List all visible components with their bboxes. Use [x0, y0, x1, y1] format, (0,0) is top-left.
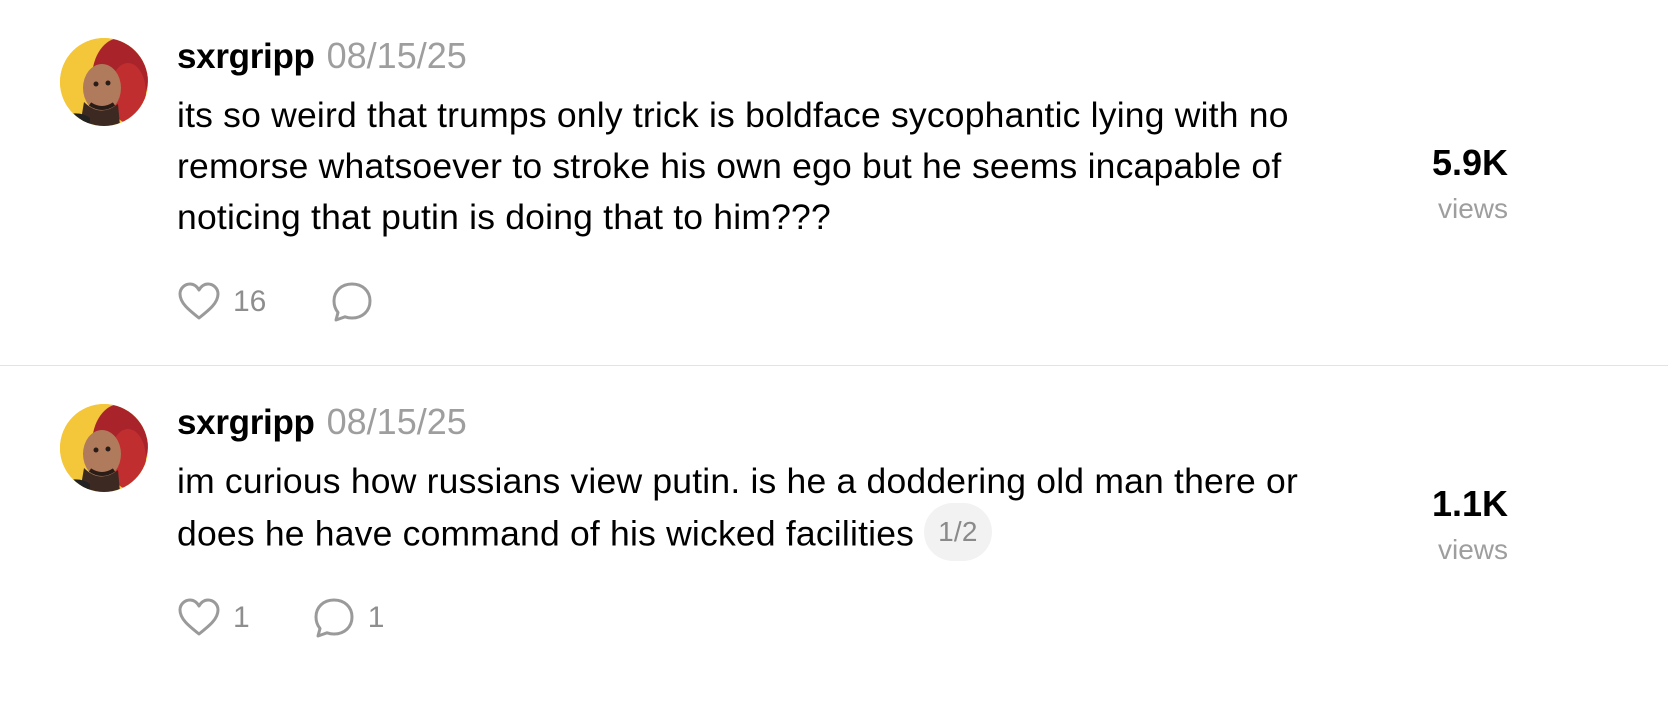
views-count: 1.1K [1431, 483, 1508, 524]
views-label: views [1437, 534, 1508, 565]
views-stat: 5.9K views [1308, 140, 1508, 232]
like-count: 16 [233, 285, 267, 318]
post-date: 08/15/25 [326, 35, 467, 76]
post-text: im curious how russians view putin. is h… [177, 456, 1337, 565]
comment-bubble-icon [332, 282, 372, 322]
post-text-content: its so weird that trumps only trick is b… [177, 95, 1289, 237]
like-button[interactable]: 16 [177, 280, 266, 324]
username[interactable]: sxrgripp [177, 403, 315, 442]
reply-button[interactable] [330, 280, 374, 324]
heart-icon [178, 282, 220, 320]
like-button[interactable]: 1 [177, 596, 250, 640]
post-text: its so weird that trumps only trick is b… [177, 90, 1337, 243]
post-actions: 16 [177, 280, 374, 324]
post-header: sxrgripp 08/15/25 [177, 34, 467, 86]
post-header: sxrgripp 08/15/25 [177, 400, 467, 452]
views-label: views [1437, 193, 1508, 224]
avatar[interactable] [60, 38, 148, 126]
reply-count: 1 [367, 601, 385, 634]
username[interactable]: sxrgripp [177, 37, 315, 76]
avatar[interactable] [60, 404, 148, 492]
reply-button[interactable]: 1 [312, 596, 385, 640]
thread-badge[interactable]: 1/2 [924, 503, 992, 561]
like-count: 1 [233, 601, 250, 634]
heart-icon [178, 598, 220, 636]
views-count: 5.9K [1431, 142, 1508, 183]
views-stat: 1.1K views [1308, 481, 1508, 573]
post-actions: 1 1 [177, 596, 384, 640]
post-text-content: im curious how russians view putin. is h… [177, 461, 1298, 554]
post: sxrgripp 08/15/25 im curious how russians… [0, 366, 1668, 724]
post-date: 08/15/25 [326, 401, 467, 442]
comment-bubble-icon [314, 598, 354, 638]
post: sxrgripp 08/15/25 its so weird that trump… [0, 0, 1668, 365]
